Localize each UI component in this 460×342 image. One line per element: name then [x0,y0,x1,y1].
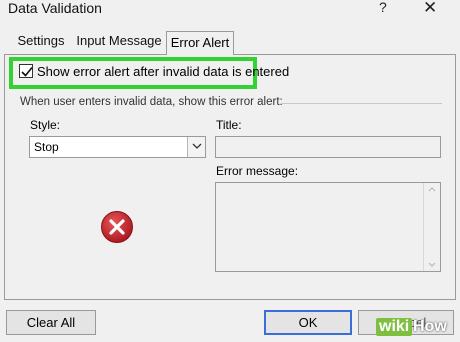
title-bar: Data Validation ? ✕ [0,0,460,18]
checkmark-icon [21,66,33,77]
show-error-alert-checkbox[interactable] [19,64,33,78]
stop-error-icon [101,211,133,243]
error-message-label: Error message: [216,164,299,178]
clear-all-label: Clear All [26,315,76,330]
help-button[interactable]: ? [379,0,387,15]
title-label: Title: [216,118,242,132]
style-select[interactable]: Stop [29,136,206,158]
style-select-value: Stop [34,140,59,154]
watermark-wiki: wiki [376,318,413,336]
instruction-text: When user enters invalid data, show this… [20,96,283,108]
close-button[interactable]: ✕ [423,0,437,18]
ok-label: OK [298,315,318,330]
group-divider [282,103,442,104]
scroll-up-icon[interactable] [428,187,436,192]
scroll-down-icon[interactable] [428,262,436,267]
title-input[interactable] [215,136,441,158]
wikihow-watermark: wiki How [376,318,456,340]
style-label: Style: [30,118,61,132]
clear-all-button[interactable]: Clear All [6,310,96,335]
tab-input-message[interactable]: Input Message [75,33,163,53]
style-dropdown-button[interactable] [187,137,205,157]
vertical-scrollbar[interactable] [423,183,440,271]
chevron-down-icon [192,143,202,149]
window-title: Data Validation [8,0,102,16]
ok-button[interactable]: OK [264,310,352,335]
tab-error-alert[interactable]: Error Alert [166,31,234,55]
watermark-how: How [413,318,447,335]
show-error-alert-label[interactable]: Show error alert after invalid data is e… [37,64,289,79]
tab-settings[interactable]: Settings [14,33,68,53]
error-message-textarea[interactable] [215,182,441,272]
